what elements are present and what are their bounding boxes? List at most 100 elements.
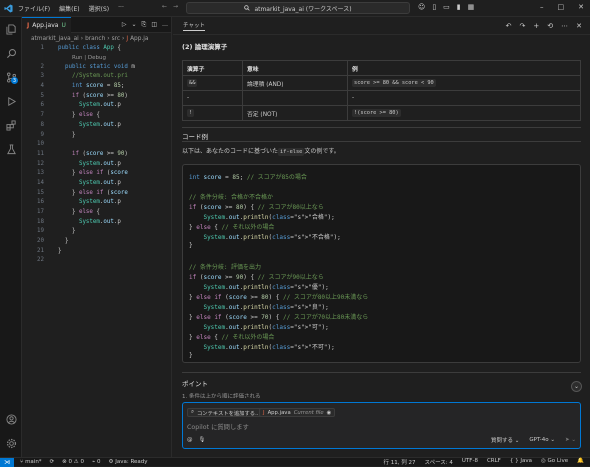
chat-input-box[interactable]: ⌕ コンテキストを追加する... J App.java Current file… <box>182 402 581 449</box>
testing-icon[interactable] <box>0 137 22 161</box>
breadcrumb-item[interactable]: branch <box>85 36 105 42</box>
search-view-icon[interactable] <box>0 41 22 65</box>
tab-app-java[interactable]: J App.java U <box>22 17 71 33</box>
line-ending[interactable]: CRLF <box>487 458 501 466</box>
line-number: 18 <box>37 218 44 225</box>
code-block-line: System.out.println(class="s">"不合格"); <box>203 234 341 241</box>
toggle-sidebar-icon[interactable]: ▯ <box>432 3 436 11</box>
cursor-position[interactable]: 行 11, 列 27 <box>383 458 415 466</box>
run-debug-icon[interactable] <box>0 89 22 113</box>
section-heading: (2) 論理演算子 <box>182 43 228 51</box>
language-mode[interactable]: { } Java <box>510 458 532 466</box>
java-file-icon: J <box>27 21 30 29</box>
code-block-line: } else { // それ以外の場合 <box>189 224 275 231</box>
line-number: 6 <box>40 102 45 109</box>
add-context-label: コンテキストを追加する... <box>196 410 261 417</box>
model-select[interactable]: GPT-4o ⌄ <box>529 437 555 443</box>
code-text: if (score >= 80) <box>71 92 128 99</box>
minimize-icon[interactable]: – <box>540 3 544 11</box>
code-line: 20 } <box>22 237 171 247</box>
line-number: 15 <box>37 189 44 196</box>
line-number: 4 <box>40 83 45 90</box>
code-block-line: if (score >= 80) { // スコアが80以上なら <box>189 204 324 211</box>
code-editor[interactable]: 1 public class App {Run | Debug 2 public s… <box>22 44 171 266</box>
copilot-icon[interactable]: ☺ <box>418 3 425 11</box>
more-actions-icon[interactable]: … <box>162 21 168 29</box>
file-chip-label: App.java <box>267 409 291 416</box>
current-file-chip[interactable]: J App.java Current file ◉ <box>259 408 336 417</box>
maximize-icon[interactable]: □ <box>558 3 565 11</box>
line-number: 10 <box>37 141 44 148</box>
operator-code: ! <box>187 109 195 117</box>
forward-arrow-icon[interactable]: → <box>173 3 178 10</box>
inline-code: if-else <box>278 148 305 156</box>
code-line: 21} <box>22 247 171 257</box>
settings-gear-icon[interactable] <box>0 431 22 455</box>
menu-select[interactable]: 選択(S) <box>89 4 110 13</box>
chevron-down-icon: ⌄ <box>573 383 580 390</box>
customize-layout-icon[interactable]: ▦ <box>468 3 475 11</box>
sync-icon[interactable]: ⟳ <box>50 459 55 465</box>
run-dropdown-icon[interactable]: ⌄ <box>131 21 136 29</box>
toggle-secondary-sidebar-icon[interactable]: ▮ <box>457 3 461 11</box>
code-line: 12 System.out.p <box>22 160 171 170</box>
problems-indicator[interactable]: ⊗ 0 ⚠ 0 <box>62 459 84 465</box>
add-context-button[interactable]: ⌕ コンテキストを追加する... <box>187 408 265 417</box>
compare-icon[interactable]: ⎘ <box>142 21 147 29</box>
close-window-icon[interactable]: ✕ <box>578 3 584 11</box>
table-row: - - <box>182 90 581 106</box>
model-label: GPT-4o <box>529 437 549 443</box>
encoding[interactable]: UTF-8 <box>462 458 478 466</box>
remote-indicator-icon[interactable]: ⋊ <box>0 457 14 467</box>
source-control-icon[interactable]: 3 <box>0 65 22 89</box>
menu-file[interactable]: ファイル(F) <box>18 4 50 13</box>
command-center[interactable]: atmarkit_java_ai (ワークスペース) <box>186 2 410 14</box>
eye-icon[interactable]: ◉ <box>327 410 332 416</box>
mention-icon[interactable]: @ <box>187 437 193 443</box>
account-icon[interactable] <box>0 407 22 431</box>
line-number: 1 <box>40 45 45 51</box>
code-block[interactable]: int score = 85; // スコアが85の場合 // 条件分岐: 合格… <box>182 164 581 363</box>
intro-text-part: 以下は、あなたのコードに基づいた <box>182 148 279 155</box>
notifications-icon[interactable]: 🔔 <box>577 458 584 466</box>
new-chat-icon[interactable]: + <box>533 22 539 30</box>
split-editor-icon[interactable]: ◫ <box>151 21 157 29</box>
branch-indicator[interactable]: ⑂ main* <box>20 459 42 465</box>
send-icon[interactable]: ➤ ⌄ <box>565 437 576 443</box>
ports-count: 0 <box>97 459 101 465</box>
more-actions-icon[interactable]: ⋯ <box>561 22 568 30</box>
toggle-panel-icon[interactable]: ▭ <box>443 3 450 11</box>
chevron-right-icon: › <box>107 35 110 42</box>
breadcrumb-item[interactable]: App.ja <box>130 36 148 42</box>
back-arrow-icon[interactable]: ← <box>162 3 167 10</box>
code-block-line: } <box>189 242 193 249</box>
table-cell: 論理積 (AND) <box>242 75 348 91</box>
chat-tab-title[interactable]: チャット <box>183 21 205 31</box>
close-panel-icon[interactable]: ✕ <box>576 22 582 30</box>
java-status[interactable]: ⚙ Java: Ready <box>109 459 148 465</box>
explorer-icon[interactable] <box>0 17 22 41</box>
chevron-right-icon: › <box>80 35 84 42</box>
mode-select[interactable]: 質問する ⌄ <box>491 436 519 444</box>
chat-input-placeholder[interactable]: Copilot に質問します <box>187 422 249 431</box>
table-row: ! 否定 (NOT) !(score >= 80) <box>182 105 581 121</box>
indentation[interactable]: スペース: 4 <box>424 458 452 466</box>
menu-edit[interactable]: 編集(E) <box>59 4 79 13</box>
menu-more[interactable]: ··· <box>118 4 124 13</box>
code-block-line <box>189 252 580 262</box>
breadcrumb-item[interactable]: atmarkit_java_ai <box>31 36 79 42</box>
breadcrumb-item[interactable]: src <box>112 36 120 42</box>
java-file-icon: J <box>126 35 129 42</box>
microphone-icon[interactable]: 🎙 <box>199 437 206 443</box>
status-bar: ⋊ ⑂ main* ⟳ ⊗ 0 ⚠ 0 ⌁ 0 ⚙ Java: Ready 行 … <box>0 457 590 467</box>
go-live-button[interactable]: ◎ Go Live <box>541 458 568 466</box>
line-number: 3 <box>40 73 45 80</box>
history-icon[interactable]: ⟲ <box>547 22 553 30</box>
extensions-icon[interactable] <box>0 113 22 137</box>
scroll-down-button[interactable]: ⌄ <box>571 381 582 392</box>
redo-icon[interactable]: ↷ <box>520 22 526 30</box>
run-icon[interactable]: ▷ <box>122 21 127 29</box>
ports-indicator[interactable]: ⌁ 0 <box>92 459 101 465</box>
undo-icon[interactable]: ↶ <box>506 22 512 30</box>
codelens-run-debug[interactable]: Run | Debug <box>22 54 171 63</box>
